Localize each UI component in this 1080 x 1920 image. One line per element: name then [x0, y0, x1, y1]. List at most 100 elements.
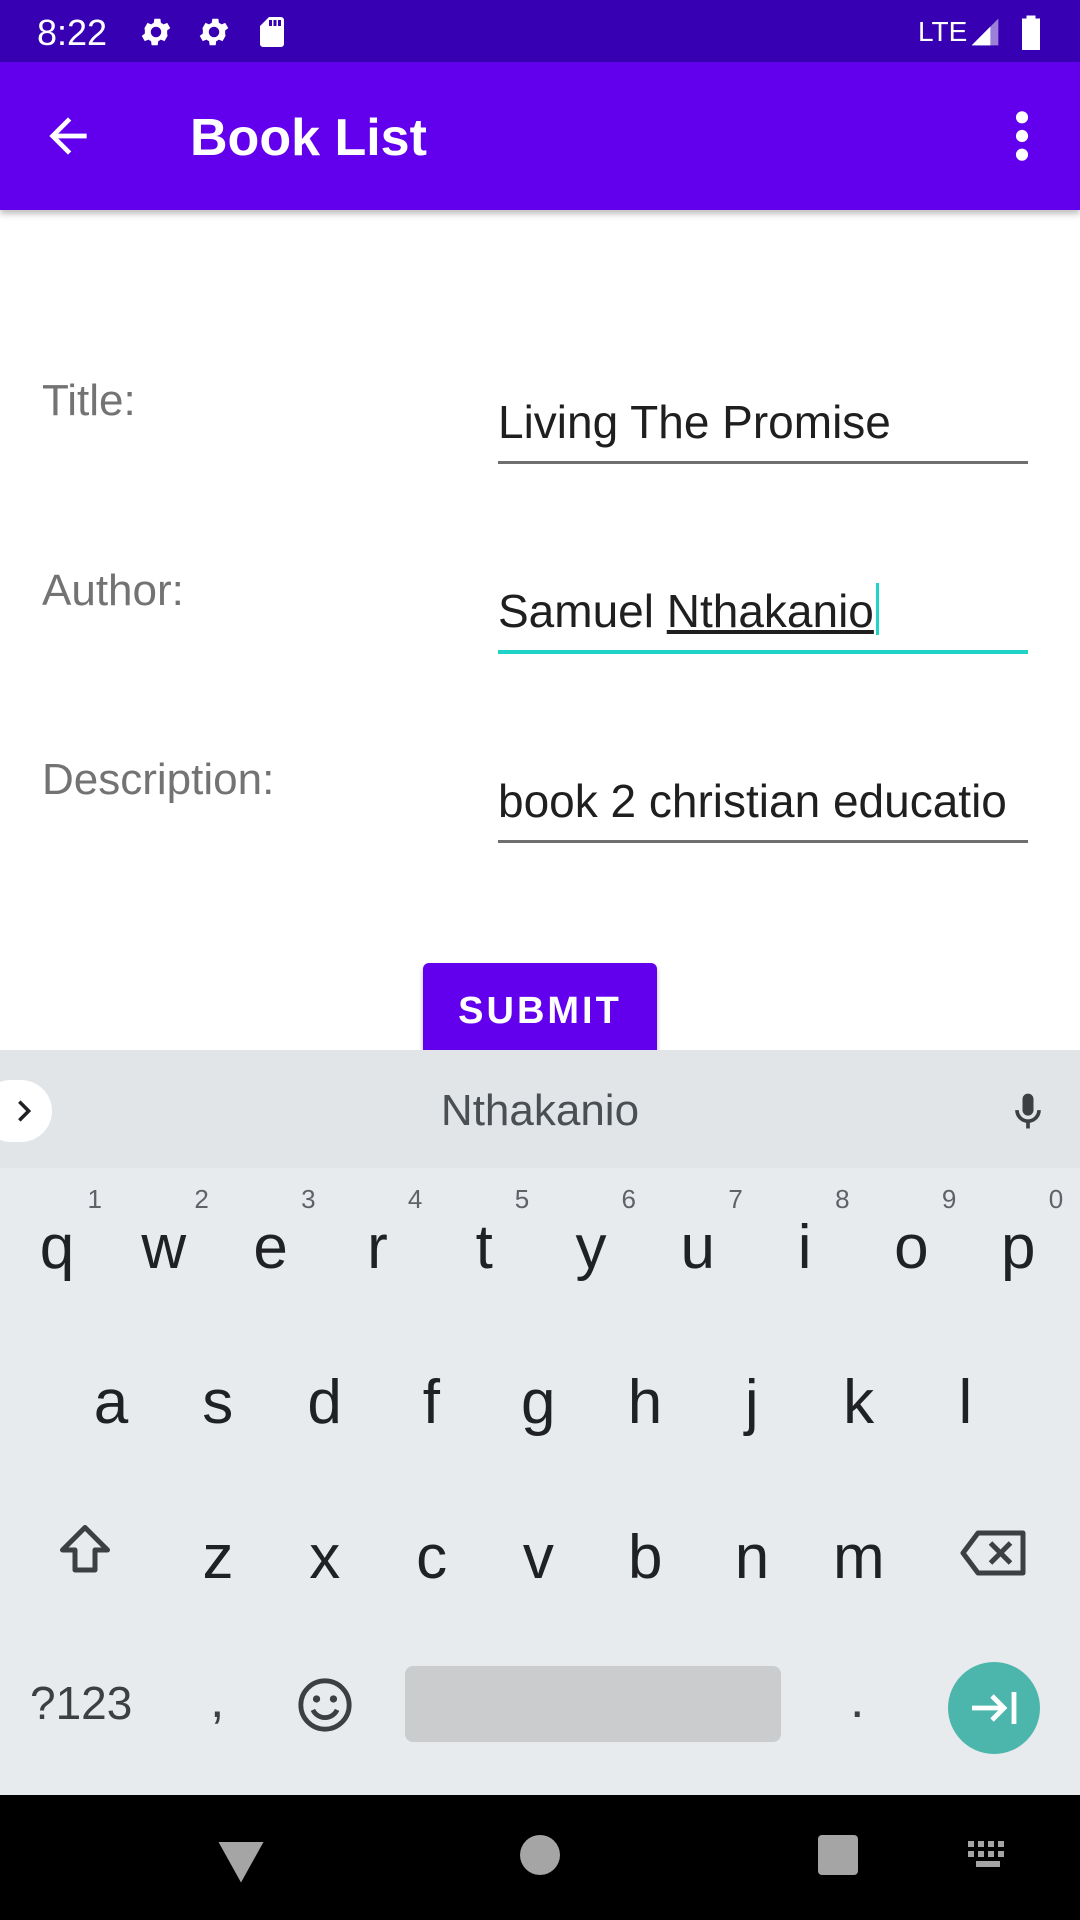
- key-letter: c: [416, 1523, 448, 1592]
- text-cursor: [875, 583, 879, 635]
- key-letter: j: [744, 1368, 759, 1437]
- key-r[interactable]: 4r: [324, 1180, 430, 1310]
- symbols-key[interactable]: ?123: [30, 1676, 132, 1730]
- key-letter: g: [520, 1368, 556, 1437]
- key-letter: s: [202, 1368, 234, 1437]
- key-i[interactable]: 8i: [752, 1180, 858, 1310]
- key-j[interactable]: j: [699, 1335, 805, 1465]
- key-letter: o: [894, 1213, 929, 1282]
- overflow-menu-icon[interactable]: [1006, 108, 1038, 164]
- system-nav-bar: [0, 1795, 1080, 1920]
- key-t[interactable]: 5t: [431, 1180, 537, 1310]
- nav-recents-icon[interactable]: [818, 1835, 858, 1875]
- key-hint: 8: [835, 1184, 850, 1214]
- battery-icon: [1022, 15, 1040, 50]
- nav-home-icon[interactable]: [520, 1835, 560, 1875]
- key-hint: 2: [194, 1184, 209, 1214]
- title-field-value: Living The Promise: [498, 396, 891, 448]
- keyboard-switch-icon[interactable]: [966, 1839, 1010, 1871]
- app-bar: Book List: [0, 62, 1080, 210]
- key-p[interactable]: 0p: [965, 1180, 1071, 1310]
- key-q[interactable]: 1q: [4, 1180, 110, 1310]
- key-letter: t: [475, 1213, 493, 1282]
- sd-card-icon: [260, 17, 284, 47]
- key-letter: h: [627, 1368, 663, 1437]
- key-v[interactable]: v: [485, 1490, 591, 1620]
- key-k[interactable]: k: [806, 1335, 912, 1465]
- key-letter: b: [627, 1523, 663, 1592]
- key-letter: w: [141, 1213, 187, 1282]
- composing-text: Nthakanio: [666, 585, 874, 637]
- description-field-value: book 2 christian educatio: [498, 775, 1007, 827]
- key-letter: m: [832, 1523, 885, 1592]
- period-key[interactable]: .: [850, 1670, 864, 1730]
- key-a[interactable]: a: [58, 1335, 164, 1465]
- key-letter: l: [958, 1368, 973, 1437]
- space-key[interactable]: [405, 1666, 781, 1742]
- key-letter: p: [1000, 1213, 1036, 1282]
- key-letter: v: [522, 1523, 554, 1592]
- key-letter: d: [307, 1368, 342, 1437]
- key-hint: 3: [301, 1184, 316, 1214]
- key-hint: 1: [87, 1184, 102, 1214]
- key-m[interactable]: m: [806, 1490, 912, 1620]
- title-label: Title:: [42, 376, 136, 425]
- key-x[interactable]: x: [272, 1490, 378, 1620]
- key-hint: 4: [407, 1184, 423, 1214]
- back-arrow-icon[interactable]: [40, 108, 96, 164]
- shift-key-icon[interactable]: [50, 1520, 120, 1580]
- key-letter: r: [367, 1213, 388, 1282]
- key-n[interactable]: n: [699, 1490, 805, 1620]
- key-letter: i: [797, 1213, 812, 1282]
- key-h[interactable]: h: [592, 1335, 698, 1465]
- key-letter: y: [575, 1213, 607, 1282]
- key-l[interactable]: l: [912, 1335, 1018, 1465]
- key-letter: a: [93, 1368, 129, 1437]
- status-time: 8:22: [37, 12, 108, 53]
- key-letter: x: [309, 1523, 341, 1592]
- author-label: Author:: [42, 566, 184, 615]
- key-b[interactable]: b: [592, 1490, 698, 1620]
- key-y[interactable]: 6y: [538, 1180, 644, 1310]
- key-d[interactable]: d: [272, 1335, 378, 1465]
- key-letter: q: [39, 1213, 75, 1282]
- nav-back-icon[interactable]: [214, 1837, 268, 1883]
- key-z[interactable]: z: [165, 1490, 271, 1620]
- key-f[interactable]: f: [378, 1335, 484, 1465]
- key-w[interactable]: 2w: [111, 1180, 217, 1310]
- soft-keyboard: Nthakanio 1q2w3e4r5t6y7u8i9o0p asdfghjkl…: [0, 1050, 1080, 1795]
- key-letter: f: [422, 1368, 440, 1437]
- key-g[interactable]: g: [485, 1335, 591, 1465]
- arrow-to-right-icon: [972, 1692, 1017, 1724]
- settings-notification-icon: [199, 18, 229, 46]
- title-field[interactable]: Living The Promise: [498, 384, 1028, 464]
- key-letter: u: [680, 1213, 716, 1282]
- description-field[interactable]: book 2 christian educatio: [498, 763, 1028, 843]
- emoji-key-icon[interactable]: [296, 1676, 354, 1734]
- description-label: Description:: [42, 755, 275, 804]
- backspace-key-icon[interactable]: [958, 1528, 1028, 1578]
- key-letter: e: [253, 1213, 288, 1282]
- settings-notification-icon: [141, 18, 171, 46]
- microphone-icon[interactable]: [1006, 1086, 1050, 1138]
- key-letter: z: [202, 1523, 234, 1592]
- comma-key[interactable]: ,: [210, 1670, 224, 1730]
- key-e[interactable]: 3e: [218, 1180, 324, 1310]
- page-title: Book List: [190, 109, 427, 167]
- next-key[interactable]: [948, 1662, 1040, 1754]
- key-hint: 7: [728, 1184, 743, 1214]
- key-o[interactable]: 9o: [858, 1180, 964, 1310]
- key-hint: 5: [514, 1184, 530, 1214]
- key-s[interactable]: s: [165, 1335, 271, 1465]
- author-field-value: Samuel Nthakanio: [498, 583, 879, 638]
- submit-button[interactable]: SUBMIT: [423, 963, 657, 1059]
- suggestion-word[interactable]: Nthakanio: [0, 1086, 1080, 1136]
- network-type: LTE: [918, 16, 968, 47]
- key-letter: k: [843, 1368, 875, 1437]
- suggestion-strip: Nthakanio: [0, 1050, 1080, 1168]
- key-u[interactable]: 7u: [645, 1180, 751, 1310]
- author-field[interactable]: Samuel Nthakanio: [498, 574, 1028, 654]
- key-hint: 9: [941, 1184, 957, 1214]
- status-bar: 8:22 LTE: [0, 0, 1080, 62]
- key-c[interactable]: c: [379, 1490, 485, 1620]
